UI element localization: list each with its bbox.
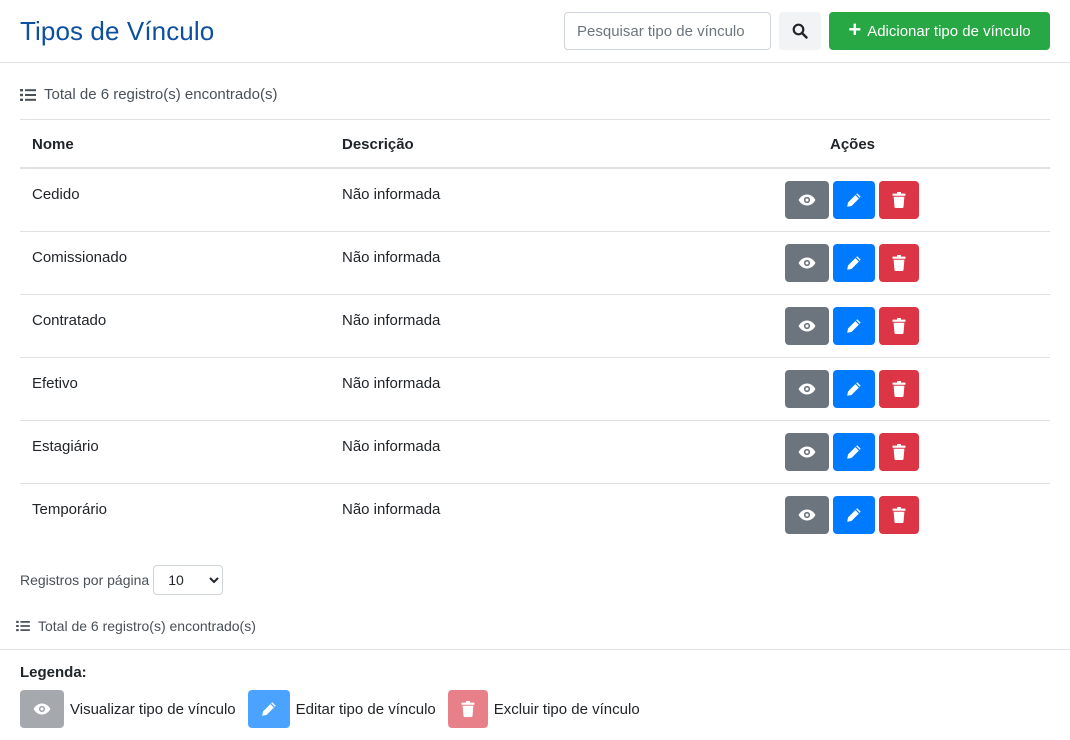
pencil-icon bbox=[847, 508, 861, 522]
add-button-label: Adicionar tipo de vínculo bbox=[867, 22, 1031, 40]
add-vinculo-button[interactable]: + Adicionar tipo de vínculo bbox=[829, 12, 1050, 50]
column-header-descricao: Descrição bbox=[342, 136, 414, 153]
legend-delete-label: Excluir tipo de vínculo bbox=[493, 700, 640, 718]
pencil-icon bbox=[847, 445, 861, 459]
pencil-icon bbox=[261, 702, 276, 716]
legend-edit-label: Editar tipo de vínculo bbox=[295, 700, 436, 718]
cell-descricao: Não informada bbox=[342, 312, 441, 329]
column-header-acoes: Ações bbox=[830, 136, 876, 153]
row-actions bbox=[785, 244, 919, 282]
table-header: Nome Descrição Ações bbox=[20, 119, 1050, 169]
view-button[interactable] bbox=[785, 496, 829, 534]
cell-nome: Cedido bbox=[32, 186, 80, 203]
per-page-label: Registros por página bbox=[20, 572, 150, 588]
trash-icon bbox=[461, 701, 475, 717]
list-icon bbox=[16, 620, 30, 632]
table-row: Contratado Não informada bbox=[20, 295, 1050, 358]
edit-button[interactable] bbox=[833, 496, 875, 534]
legend-divider bbox=[0, 649, 1070, 650]
delete-button[interactable] bbox=[879, 433, 919, 471]
cell-descricao: Não informada bbox=[342, 186, 441, 203]
table-body: Cedido Não informada Comissionado Não in… bbox=[20, 169, 1050, 547]
pencil-icon bbox=[847, 382, 861, 396]
page-title: Tipos de Vínculo bbox=[20, 16, 215, 46]
total-records-top: Total de 6 registro(s) encontrado(s) bbox=[20, 86, 277, 103]
edit-button[interactable] bbox=[833, 433, 875, 471]
pencil-icon bbox=[847, 256, 861, 270]
legend-title: Legenda: bbox=[20, 664, 87, 681]
edit-button[interactable] bbox=[833, 370, 875, 408]
table-row: Estagiário Não informada bbox=[20, 421, 1050, 484]
trash-icon bbox=[892, 507, 906, 523]
cell-descricao: Não informada bbox=[342, 375, 441, 392]
delete-button[interactable] bbox=[879, 244, 919, 282]
cell-nome: Contratado bbox=[32, 312, 107, 329]
per-page-select[interactable]: 10 bbox=[153, 565, 224, 595]
row-actions bbox=[785, 496, 919, 534]
per-page-control: Registros por página 10 bbox=[20, 565, 224, 595]
legend-view-label: Visualizar tipo de vínculo bbox=[70, 700, 236, 718]
row-actions bbox=[785, 433, 919, 471]
cell-nome: Estagiário bbox=[32, 438, 99, 455]
total-records-text: Total de 6 registro(s) encontrado(s) bbox=[38, 618, 256, 634]
eye-icon bbox=[798, 320, 816, 332]
column-header-nome: Nome bbox=[32, 136, 74, 153]
trash-icon bbox=[892, 381, 906, 397]
legend-item-delete: Excluir tipo de vínculo bbox=[447, 690, 640, 728]
search-button[interactable] bbox=[779, 12, 821, 50]
vinculo-table: Nome Descrição Ações Cedido Não informad… bbox=[20, 119, 1050, 547]
cell-descricao: Não informada bbox=[342, 438, 441, 455]
eye-icon bbox=[798, 257, 816, 269]
trash-icon bbox=[892, 255, 906, 271]
row-actions bbox=[785, 370, 919, 408]
table-row: Cedido Não informada bbox=[20, 169, 1050, 232]
view-button[interactable] bbox=[785, 244, 829, 282]
trash-icon bbox=[892, 444, 906, 460]
delete-button[interactable] bbox=[879, 307, 919, 345]
eye-icon bbox=[798, 194, 816, 206]
table-row: Efetivo Não informada bbox=[20, 358, 1050, 421]
delete-button[interactable] bbox=[879, 181, 919, 219]
list-icon bbox=[20, 88, 36, 101]
view-button[interactable] bbox=[785, 181, 829, 219]
eye-icon bbox=[798, 509, 816, 521]
legend-item-view: Visualizar tipo de vínculo bbox=[20, 690, 236, 728]
edit-button[interactable] bbox=[833, 181, 875, 219]
view-button[interactable] bbox=[785, 370, 829, 408]
row-actions bbox=[785, 307, 919, 345]
delete-button[interactable] bbox=[879, 370, 919, 408]
edit-button[interactable] bbox=[833, 307, 875, 345]
trash-icon bbox=[892, 318, 906, 334]
cell-nome: Temporário bbox=[32, 501, 108, 518]
page-header: Tipos de Vínculo + Adicionar tipo de vín… bbox=[0, 0, 1070, 63]
trash-icon bbox=[892, 192, 906, 208]
pencil-icon bbox=[847, 193, 861, 207]
cell-descricao: Não informada bbox=[342, 249, 441, 266]
legend: Visualizar tipo de vínculo Editar tipo d… bbox=[20, 690, 652, 728]
cell-descricao: Não informada bbox=[342, 501, 441, 518]
table-row: Comissionado Não informada bbox=[20, 232, 1050, 295]
delete-button[interactable] bbox=[879, 496, 919, 534]
cell-nome: Efetivo bbox=[32, 375, 78, 392]
edit-button[interactable] bbox=[833, 244, 875, 282]
total-records-bottom: Total de 6 registro(s) encontrado(s) bbox=[16, 618, 256, 634]
pencil-icon bbox=[847, 319, 861, 333]
eye-icon bbox=[798, 383, 816, 395]
row-actions bbox=[785, 181, 919, 219]
search-input[interactable] bbox=[564, 12, 771, 50]
view-button[interactable] bbox=[785, 433, 829, 471]
eye-icon bbox=[798, 446, 816, 458]
plus-icon: + bbox=[848, 17, 862, 42]
eye-icon bbox=[33, 703, 51, 715]
legend-item-edit: Editar tipo de vínculo bbox=[247, 690, 436, 728]
table-row: Temporário Não informada bbox=[20, 484, 1050, 547]
cell-nome: Comissionado bbox=[32, 249, 128, 266]
search-icon bbox=[792, 23, 808, 39]
legend-edit-swatch bbox=[247, 690, 290, 728]
view-button[interactable] bbox=[785, 307, 829, 345]
total-records-text: Total de 6 registro(s) encontrado(s) bbox=[44, 86, 278, 103]
legend-delete-swatch bbox=[447, 690, 488, 728]
legend-view-swatch bbox=[20, 690, 64, 728]
